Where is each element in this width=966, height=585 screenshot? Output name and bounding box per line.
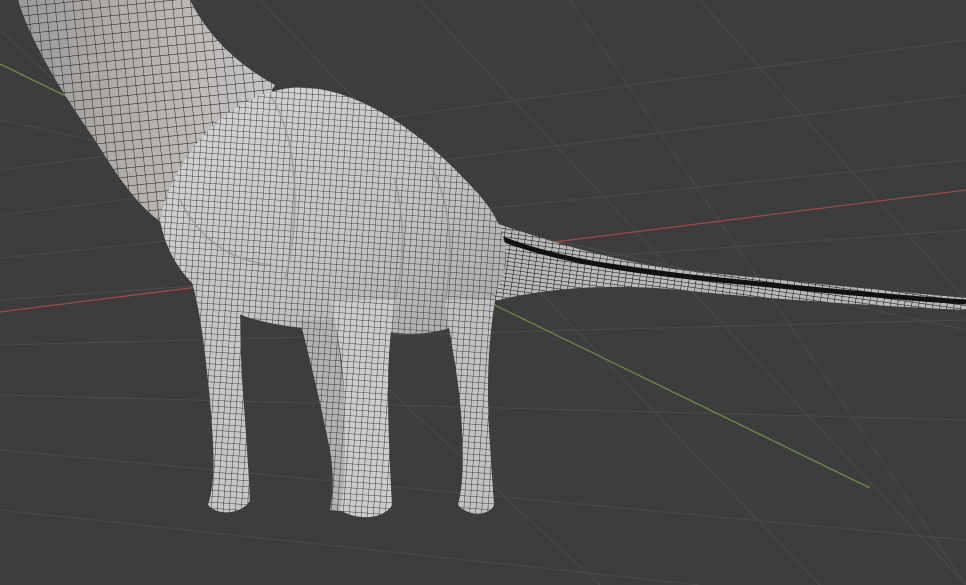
3d-viewport[interactable]	[0, 0, 966, 585]
viewport-canvas[interactable]	[0, 0, 966, 585]
